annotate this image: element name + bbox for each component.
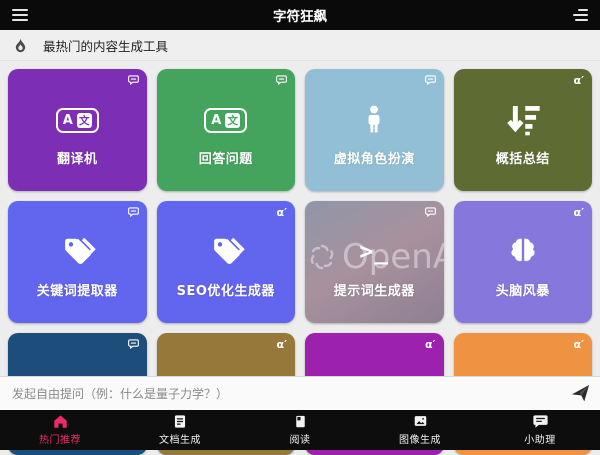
translate-icon: A文: [204, 108, 247, 133]
tool-card-label: 关键词提取器: [37, 280, 118, 299]
send-icon[interactable]: [571, 384, 590, 403]
document-icon: [173, 414, 187, 429]
tool-card-label: 翻译机: [57, 148, 98, 167]
alpha-icon: α′: [425, 339, 435, 350]
alpha-icon: α′: [574, 339, 584, 350]
nav-item-label: 文档生成: [159, 431, 201, 446]
tool-card-label: 虚拟角色扮演: [334, 148, 415, 167]
nav-item-chat[interactable]: 小助理: [480, 410, 600, 450]
nav-item-label: 阅读: [290, 431, 311, 446]
tool-card[interactable]: α′ 概括总结: [454, 69, 593, 191]
section-title: 最热门的内容生成工具: [43, 36, 168, 55]
sort-descending-icon: [505, 102, 541, 138]
nav-item-label: 小助理: [524, 431, 556, 446]
alpha-icon: α′: [574, 75, 584, 86]
tool-card[interactable]: A文 回答问题: [157, 69, 296, 191]
brain-icon: [506, 236, 540, 268]
section-header: 最热门的内容生成工具: [0, 30, 600, 61]
tool-card[interactable]: A文 翻译机: [8, 69, 147, 191]
tool-card[interactable]: 虚拟角色扮演: [305, 69, 444, 191]
tool-card-label: 提示词生成器: [334, 280, 415, 299]
alpha-icon: α′: [574, 207, 584, 218]
tags-icon: [207, 233, 245, 271]
home-icon: [53, 414, 68, 429]
chat-bubble-icon: [425, 75, 436, 88]
nav-item-label: 图像生成: [399, 431, 441, 446]
tool-card-label: 头脑风暴: [496, 280, 550, 299]
chat-bubble-icon: [128, 207, 139, 220]
app-title: 字符狂飙: [0, 5, 600, 25]
flame-icon: [13, 37, 28, 54]
nav-item-label: 热门推荐: [39, 431, 81, 446]
chat-bubble-icon: [128, 339, 139, 352]
image-icon: [413, 414, 428, 428]
chat-bubble-icon: [128, 75, 139, 88]
tool-card-label: 概括总结: [496, 148, 550, 167]
app-header: 字符狂飙: [0, 0, 600, 30]
bottom-nav: 热门推荐 文档生成 阅读 图像生成 小助理: [0, 410, 600, 450]
nav-item-book[interactable]: 阅读: [240, 410, 360, 450]
alpha-icon: α′: [277, 207, 287, 218]
prompt-bar: [0, 376, 600, 410]
hamburger-menu-icon[interactable]: [12, 9, 29, 21]
nav-item-document[interactable]: 文档生成: [120, 410, 240, 450]
tool-card-label: SEO优化生成器: [177, 280, 275, 299]
chat-bubble-icon: [276, 75, 287, 88]
tool-card[interactable]: α′ 头脑风暴: [454, 201, 593, 323]
alpha-icon: α′: [277, 339, 287, 350]
chat-bubble-icon: [425, 207, 436, 220]
nav-item-image[interactable]: 图像生成: [360, 410, 480, 450]
sort-menu-icon[interactable]: [571, 9, 588, 21]
tool-card[interactable]: α′ SEO优化生成器: [157, 201, 296, 323]
tags-icon: [58, 233, 96, 271]
terminal-icon: >_: [359, 239, 389, 265]
tool-card[interactable]: 关键词提取器: [8, 201, 147, 323]
openai-logo-icon: [307, 242, 337, 272]
person-icon: [359, 102, 389, 138]
translate-icon: A文: [56, 108, 99, 133]
tool-card[interactable]: OpenAI >_ 提示词生成器: [305, 201, 444, 323]
tool-card-label: 回答问题: [199, 148, 253, 167]
free-question-input[interactable]: [10, 386, 563, 402]
chat-icon: [533, 414, 548, 429]
nav-item-home[interactable]: 热门推荐: [0, 410, 120, 450]
book-icon: [294, 414, 307, 429]
